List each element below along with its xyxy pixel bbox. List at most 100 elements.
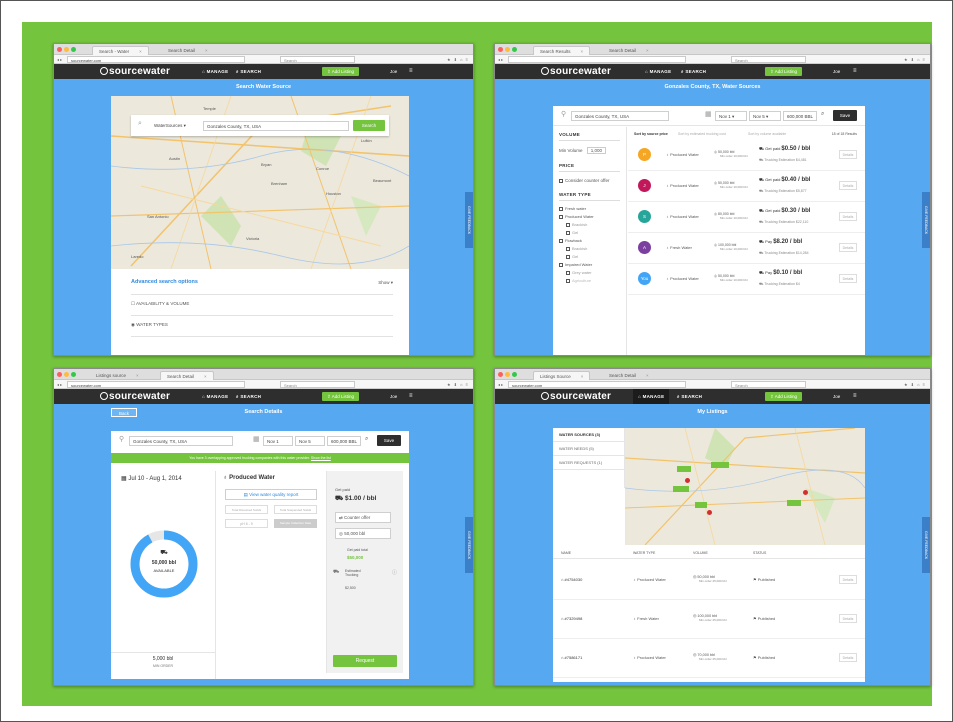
location-input[interactable]: Gonzales County, TX, USA: [571, 111, 669, 121]
location-input[interactable]: Gonzales County, TX, USA: [203, 121, 349, 131]
details-button[interactable]: Details: [839, 274, 857, 283]
window-controls[interactable]: [57, 372, 76, 377]
col-volume[interactable]: VOLUME: [693, 551, 708, 555]
search-icon[interactable]: ⌕: [821, 111, 824, 118]
sourcewater-logo[interactable]: sourcewater: [541, 391, 611, 402]
menu-icon[interactable]: ≡: [853, 68, 857, 74]
browser-tab[interactable]: Listings Source ×: [533, 371, 591, 380]
nav-search[interactable]: ⌕ SEARCH: [677, 394, 702, 399]
quality-report-button[interactable]: ▤ View water quality report: [225, 489, 317, 500]
col-name[interactable]: NAME: [561, 551, 571, 555]
add-listing-button[interactable]: ⇪ Add Listing: [322, 67, 360, 76]
browser-tab[interactable]: Search Results ×: [533, 46, 591, 55]
user-name[interactable]: Joe: [390, 69, 397, 74]
result-row[interactable]: You ♁ Produced Water ◎ 50,000 bbl Min order…: [628, 264, 865, 295]
browser-tab[interactable]: Search Detail ×: [162, 46, 214, 55]
type-checkbox[interactable]: Agriculture: [559, 277, 620, 285]
col-status[interactable]: STATUS: [753, 551, 766, 555]
alert-marker-icon[interactable]: [685, 478, 690, 483]
result-row[interactable]: S ♁ Produced Water ◎ 80,000 bbl Min order 1…: [628, 202, 865, 233]
nav-search[interactable]: ⌕ SEARCH: [236, 394, 261, 399]
nav-manage[interactable]: ⌂ MANAGE: [645, 69, 671, 74]
water-types-option[interactable]: ◉ WATER TYPES: [131, 322, 168, 328]
browser-tab[interactable]: Search Detail ×: [603, 46, 655, 55]
save-button[interactable]: Save: [377, 435, 401, 446]
nav-manage[interactable]: ⌂ MANAGE: [633, 389, 670, 404]
search-icon[interactable]: ⌕: [365, 436, 368, 443]
feedback-tab[interactable]: GIVE FEEDBACK: [465, 517, 473, 573]
window-controls[interactable]: [498, 47, 517, 52]
back-forward-icon[interactable]: ◂ ▸: [57, 55, 62, 64]
show-toggle[interactable]: Show ▾: [378, 280, 393, 286]
window-controls[interactable]: [498, 372, 517, 377]
date-to-input[interactable]: Nov 5: [295, 436, 325, 446]
show-list-link[interactable]: Show the list: [311, 456, 331, 460]
min-volume-input[interactable]: 1,000: [586, 147, 607, 154]
add-listing-button[interactable]: ⇪ Add Listing: [765, 392, 803, 401]
menu-icon[interactable]: ≡: [853, 393, 857, 399]
type-checkbox[interactable]: Produced Water: [559, 213, 620, 221]
back-forward-icon[interactable]: ◂ ▸: [57, 380, 62, 389]
listing-row[interactable]: ⌂ #4754030 ♁ Produced Water ◎ 50,000 bbl Mi…: [553, 561, 865, 600]
user-name[interactable]: Joe: [390, 394, 397, 399]
menu-icon[interactable]: ≡: [409, 68, 413, 74]
alert-marker-icon[interactable]: [707, 510, 712, 515]
listing-row[interactable]: ⌂ #7586171 ♁ Produced Water ◎ 70,000 bbl Mi…: [553, 639, 865, 678]
sidebar-item-water-needs[interactable]: WATER NEEDS (5): [553, 442, 624, 456]
nav-manage[interactable]: ⌂ MANAGE: [202, 394, 228, 399]
sort-by-volume[interactable]: Sort by volume available: [748, 132, 786, 136]
details-button[interactable]: Details: [839, 150, 857, 159]
user-name[interactable]: Joe: [833, 394, 840, 399]
sort-by-trucking[interactable]: Sort by estimated trucking cost: [678, 132, 726, 136]
type-checkbox[interactable]: Impaired Water: [559, 261, 620, 269]
back-forward-icon[interactable]: ◂ ▸: [498, 55, 503, 64]
browser-tab[interactable]: Listings source ×: [90, 371, 145, 380]
user-name[interactable]: Joe: [833, 69, 840, 74]
browser-search-input[interactable]: Search: [731, 56, 806, 63]
browser-tab[interactable]: Search Detail ×: [160, 371, 214, 380]
volume-input[interactable]: 600,000 BBL: [783, 111, 817, 121]
browser-toolbar-icons[interactable]: ★ ⬇ ⌂ ≡: [447, 55, 469, 64]
type-checkbox[interactable]: Brackish: [559, 245, 620, 253]
browser-toolbar-icons[interactable]: ★ ⬇ ⌂ ≡: [447, 380, 469, 389]
url-input[interactable]: [508, 56, 686, 63]
search-button[interactable]: Search: [353, 120, 385, 131]
availability-option[interactable]: ☐ AVAILABILITY & VOLUME: [131, 301, 189, 307]
date-to-input[interactable]: Nov 5 ▾: [749, 111, 781, 121]
details-button[interactable]: Details: [839, 212, 857, 221]
back-button[interactable]: Back: [111, 408, 137, 417]
details-button[interactable]: Details: [839, 575, 857, 584]
type-checkbox[interactable]: Fresh water: [559, 205, 620, 213]
counter-offer-checkbox[interactable]: Consider counter offer: [559, 178, 620, 183]
sourcewater-logo[interactable]: sourcewater: [100, 66, 170, 77]
window-controls[interactable]: [57, 47, 76, 52]
result-row[interactable]: J ♁ Produced Water ◎ 50,000 bbl Min order 1…: [628, 171, 865, 202]
map-marker[interactable]: [711, 462, 729, 468]
location-input[interactable]: Gonzales County, TX, USA: [129, 436, 233, 446]
listings-map[interactable]: [625, 428, 865, 545]
info-icon[interactable]: ⓘ: [392, 569, 397, 576]
sidebar-item-water-sources[interactable]: WATER SOURCES (3): [553, 428, 624, 442]
feedback-tab[interactable]: GIVE FEEDBACK: [922, 517, 930, 573]
browser-tab[interactable]: Search Detail ×: [603, 371, 655, 380]
type-checkbox[interactable]: Brackish: [559, 221, 620, 229]
browser-toolbar-icons[interactable]: ★ ⬇ ⌂ ≡: [904, 55, 926, 64]
request-button[interactable]: Request: [333, 655, 397, 667]
calendar-icon[interactable]: ▦: [705, 110, 712, 118]
browser-toolbar-icons[interactable]: ★ ⬇ ⌂ ≡: [904, 380, 926, 389]
type-checkbox[interactable]: Gel: [559, 253, 620, 261]
sourcewater-logo[interactable]: sourcewater: [541, 66, 611, 77]
map-marker[interactable]: [673, 486, 689, 492]
sort-by-price[interactable]: Sort by source price: [634, 132, 668, 136]
nav-manage[interactable]: ⌂ MANAGE: [202, 69, 228, 74]
url-input[interactable]: sourcewater.com: [508, 381, 686, 388]
type-checkbox[interactable]: Gel: [559, 229, 620, 237]
result-row[interactable]: P ♁ Produced Water ◎ 50,000 bbl Min order 1…: [628, 140, 865, 171]
listing-row[interactable]: ⌂ #7329498 ♁ Fresh Water ◎ 100,000 bbl Min …: [553, 600, 865, 639]
feedback-tab[interactable]: GIVE FEEDBACK: [922, 192, 930, 248]
calendar-icon[interactable]: ▦: [253, 435, 260, 443]
type-select[interactable]: WaterSources ▾: [151, 121, 201, 131]
details-button[interactable]: Details: [839, 653, 857, 662]
nav-search[interactable]: ⌕ SEARCH: [681, 69, 706, 74]
map-marker[interactable]: [787, 500, 801, 506]
